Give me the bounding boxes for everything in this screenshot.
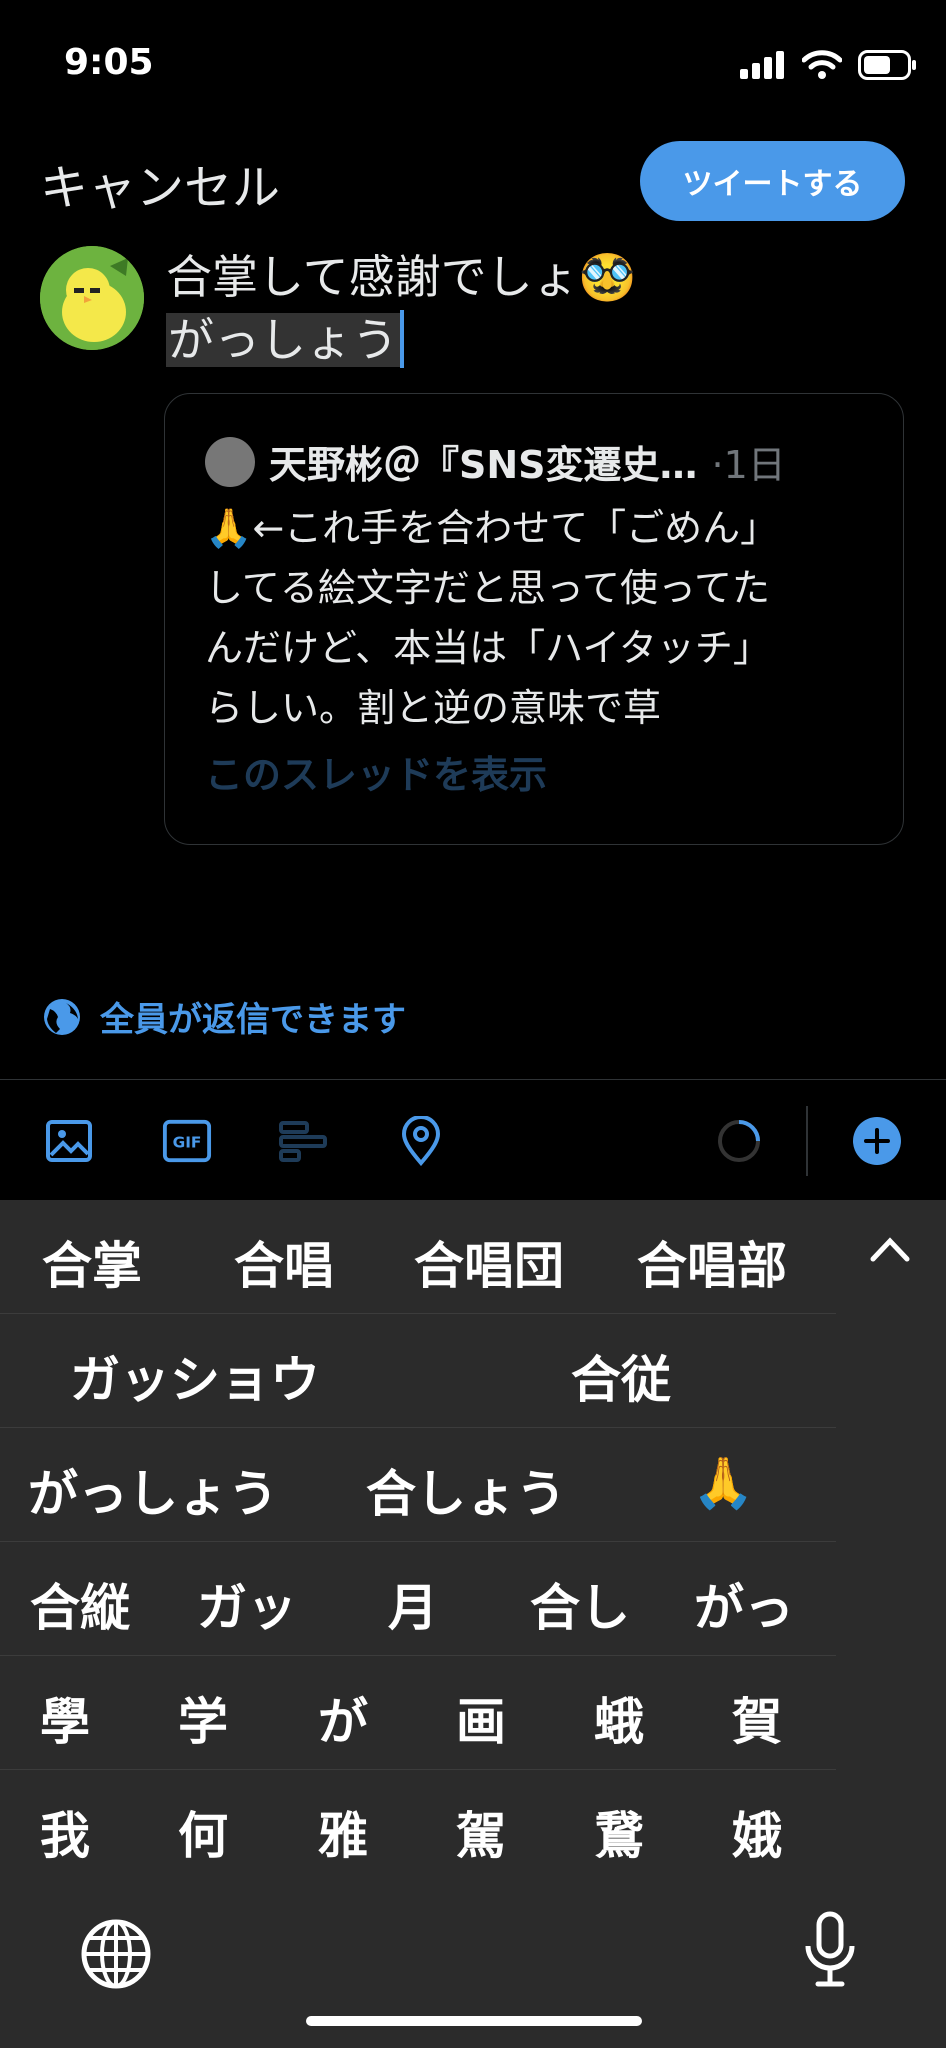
candidate[interactable]: 賀 <box>732 1682 782 1754</box>
candidate[interactable]: 合し <box>530 1568 630 1640</box>
gif-button[interactable]: GIF <box>162 1116 212 1166</box>
candidate[interactable]: ガッ <box>197 1568 297 1640</box>
disguised-face-emoji: 🥸 <box>578 250 636 304</box>
quoted-line: してる絵文字だと思って使ってた <box>205 566 771 610</box>
keyboard-switch-button[interactable] <box>80 1918 152 1994</box>
candidate[interactable]: 学 <box>178 1682 228 1754</box>
candidate-row: 合掌 合唱 合唱団 合唱部 <box>0 1200 836 1314</box>
status-bar: 9:05 <box>0 0 946 130</box>
toolbar-separator <box>806 1106 808 1176</box>
avatar[interactable] <box>40 246 144 350</box>
candidate-row: ガッショウ 合従 <box>0 1314 836 1428</box>
image-icon <box>46 1120 92 1162</box>
candidate[interactable]: 🙏 <box>692 1454 754 1513</box>
quoted-author-avatar <box>205 436 255 487</box>
candidate[interactable]: ガッショウ <box>70 1340 320 1412</box>
candidate[interactable]: がっ <box>694 1568 794 1640</box>
quoted-time: ·1日 <box>711 443 786 487</box>
candidate[interactable]: 雅 <box>318 1796 368 1868</box>
candidate[interactable]: 鵞 <box>594 1796 644 1868</box>
add-tweet-button[interactable] <box>852 1116 902 1166</box>
candidate[interactable]: 画 <box>456 1682 506 1754</box>
globe-icon <box>44 998 80 1035</box>
cellular-signal-icon <box>740 51 784 79</box>
poll-button[interactable] <box>278 1116 328 1166</box>
reply-setting[interactable]: 全員が返信できます <box>42 992 406 1041</box>
battery-icon <box>858 50 916 80</box>
candidate[interactable]: 學 <box>40 1682 90 1754</box>
candidate[interactable]: 何 <box>178 1796 228 1868</box>
globe-icon <box>81 1919 151 1989</box>
candidate[interactable]: 合従 <box>571 1340 671 1412</box>
candidate[interactable]: 蛾 <box>594 1682 644 1754</box>
compose-line-1: 合掌して感謝でしょ <box>166 250 579 304</box>
plus-icon <box>853 1117 901 1165</box>
poll-icon <box>279 1121 327 1162</box>
candidate[interactable]: がっしょう <box>28 1454 278 1526</box>
gif-label: GIF <box>173 1134 202 1152</box>
candidate-row: 合縦 ガッ 月 合し がっ <box>0 1542 836 1656</box>
dictation-button[interactable] <box>800 1910 860 1994</box>
show-thread-link[interactable]: このスレッドを表示 <box>205 744 547 799</box>
candidate-row: 學 学 が 画 蛾 賀 <box>0 1656 836 1770</box>
text-caret <box>400 310 404 368</box>
folded-hands-emoji: 🙏 <box>205 506 253 550</box>
chevron-up-icon <box>870 1237 910 1262</box>
cancel-button[interactable]: キャンセル <box>40 148 280 218</box>
candidate[interactable]: 月 <box>388 1568 438 1640</box>
candidate[interactable]: 合唱団 <box>414 1226 564 1298</box>
status-time: 9:05 <box>64 42 154 83</box>
candidate[interactable]: 合唱 <box>234 1226 334 1298</box>
quoted-line: んだけど、本当は「ハイタッチ」 <box>205 626 771 670</box>
compose-line-2: がっしょう <box>166 313 400 367</box>
tweet-button[interactable]: ツイートする <box>640 141 905 221</box>
quoted-line: らしい。割と逆の意味で草 <box>205 686 662 730</box>
candidate[interactable]: 合縦 <box>30 1568 130 1640</box>
compose-toolbar: GIF <box>0 1080 946 1200</box>
collapse-candidates-button[interactable] <box>865 1225 915 1275</box>
candidate[interactable]: 我 <box>40 1796 90 1868</box>
wifi-icon <box>802 50 842 79</box>
candidate-row: 我 何 雅 駕 鵞 娥 <box>0 1770 836 1883</box>
chick-avatar-icon <box>40 246 144 350</box>
quoted-author-name: 天野彬＠『SNS変遷史… <box>269 443 698 487</box>
progress-ring-icon <box>718 1120 760 1162</box>
home-indicator <box>306 2016 642 2026</box>
media-button[interactable] <box>44 1116 94 1166</box>
quoted-body: 🙏←これ手を合わせて「ごめん」 してる絵文字だと思って使ってた んだけど、本当は… <box>205 498 865 738</box>
candidate[interactable]: 合唱部 <box>637 1226 787 1298</box>
candidate[interactable]: 娥 <box>732 1796 782 1868</box>
quoted-tweet[interactable]: 天野彬＠『SNS変遷史… ·1日 🙏←これ手を合わせて「ごめん」 してる絵文字だ… <box>164 393 904 845</box>
reply-setting-label: 全員が返信できます <box>100 1000 406 1040</box>
candidate[interactable]: 駕 <box>456 1796 506 1868</box>
candidate[interactable]: 合しょう <box>366 1454 566 1526</box>
character-count-ring <box>714 1116 764 1166</box>
candidate-row: がっしょう 合しょう 🙏 <box>0 1428 836 1542</box>
location-button[interactable] <box>396 1116 446 1166</box>
gif-icon: GIF <box>162 1119 212 1163</box>
compose-text[interactable]: 合掌して感謝でしょ🥸 がっしょう <box>166 246 886 372</box>
candidate[interactable]: が <box>318 1682 368 1754</box>
location-pin-icon <box>401 1116 441 1166</box>
quoted-line: ←これ手を合わせて「ごめん」 <box>252 506 779 550</box>
microphone-icon <box>805 1911 855 1987</box>
candidate[interactable]: 合掌 <box>42 1226 142 1298</box>
